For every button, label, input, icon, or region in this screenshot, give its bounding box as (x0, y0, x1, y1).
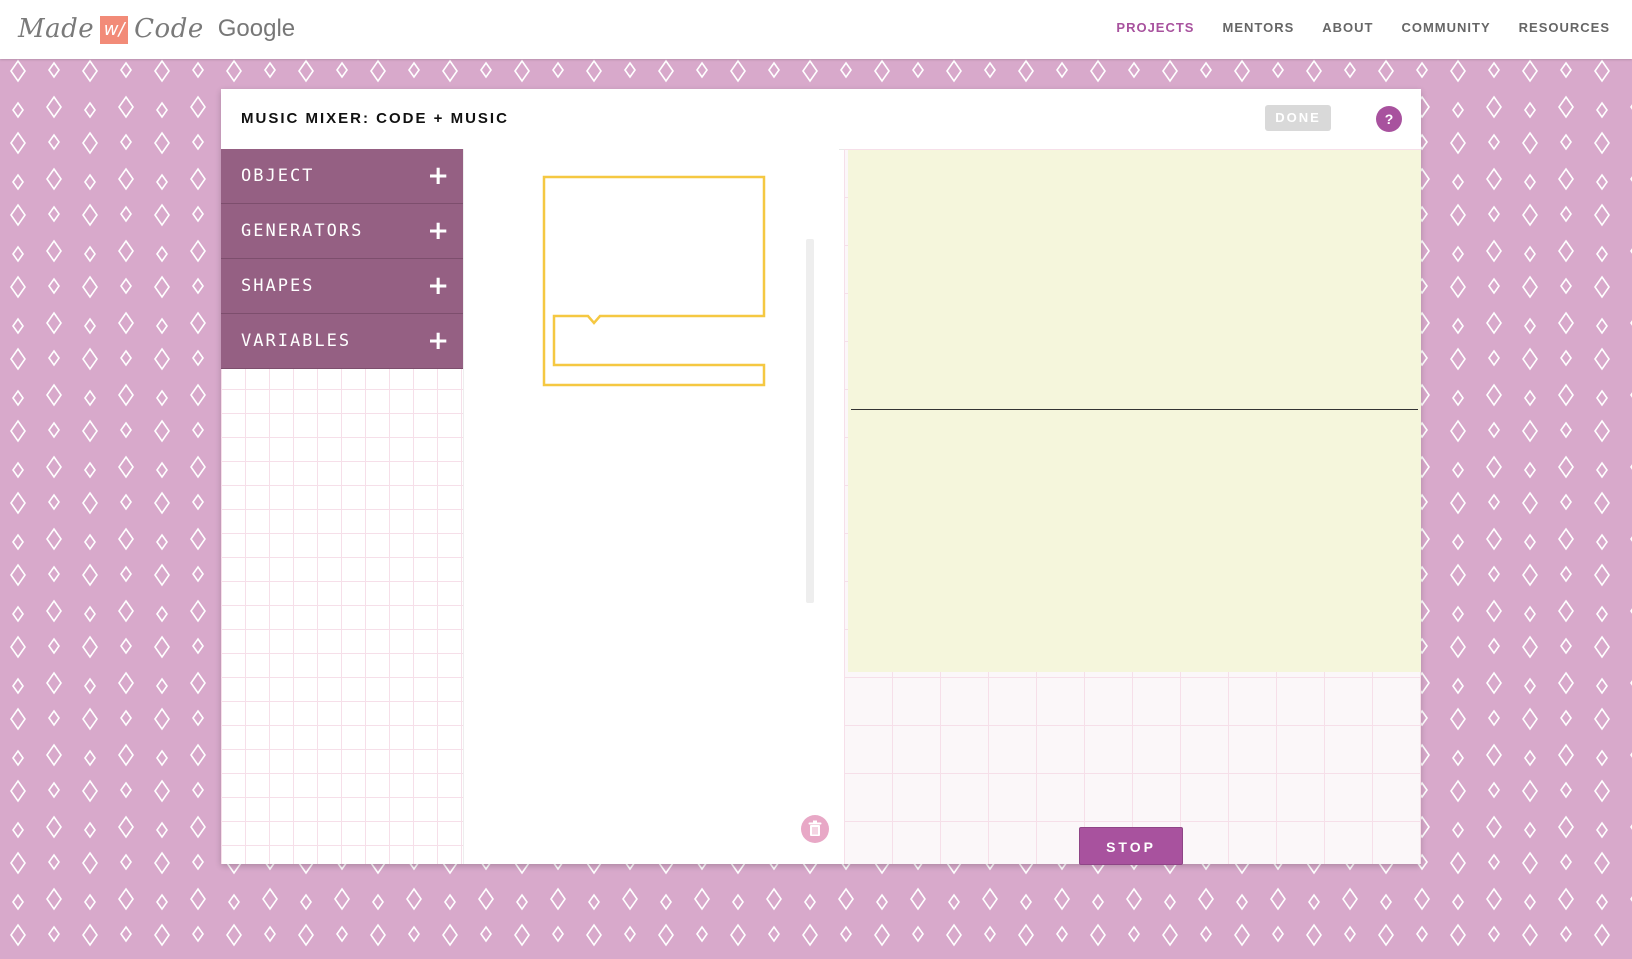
trash-icon[interactable] (801, 815, 829, 843)
plus-icon: + (427, 326, 449, 356)
plus-icon: + (427, 271, 449, 301)
made-with-code-logo[interactable]: Made w/ Code Google (18, 12, 295, 46)
waveform-baseline (851, 409, 1418, 410)
code-workspace[interactable] (464, 149, 839, 864)
logo-made-text: Made (18, 14, 95, 44)
stage-canvas (848, 150, 1421, 672)
category-label: VARIABLES (241, 331, 352, 351)
block-toolbox: OBJECT + GENERATORS + SHAPES + VARIABLES… (221, 149, 464, 864)
category-object[interactable]: OBJECT + (221, 149, 463, 204)
stop-button[interactable]: STOP (1079, 827, 1183, 865)
logo-google-text: Google (217, 15, 296, 42)
category-generators[interactable]: GENERATORS + (221, 204, 463, 259)
project-editor-card: MUSIC MIXER: CODE + MUSIC DONE ? OBJECT … (221, 89, 1421, 865)
category-shapes[interactable]: SHAPES + (221, 259, 463, 314)
output-stage: STOP (844, 149, 1421, 865)
category-variables[interactable]: VARIABLES + (221, 314, 463, 369)
workspace-canvas (542, 175, 766, 387)
nav-community[interactable]: COMMUNITY (1401, 20, 1490, 35)
nav-mentors[interactable]: MENTORS (1222, 20, 1294, 35)
empty-block-outline[interactable] (542, 175, 766, 387)
project-title: MUSIC MIXER: CODE + MUSIC (241, 110, 509, 127)
nav-resources[interactable]: RESOURCES (1519, 20, 1610, 35)
category-label: GENERATORS (241, 221, 364, 241)
workspace-scrollbar[interactable] (806, 239, 814, 603)
main-nav: PROJECTS MENTORS ABOUT COMMUNITY RESOURC… (1116, 20, 1610, 35)
plus-icon: + (427, 216, 449, 246)
editor-header: MUSIC MIXER: CODE + MUSIC DONE ? (221, 89, 1421, 150)
category-label: OBJECT (241, 166, 315, 186)
logo-w-badge: w/ (100, 16, 129, 44)
top-navigation-bar: Made w/ Code Google PROJECTS MENTORS ABO… (0, 0, 1632, 59)
help-button[interactable]: ? (1376, 106, 1402, 132)
nav-about[interactable]: ABOUT (1322, 20, 1373, 35)
plus-icon: + (427, 161, 449, 191)
nav-projects[interactable]: PROJECTS (1116, 20, 1194, 35)
done-button[interactable]: DONE (1265, 105, 1331, 131)
logo-code-text: Code (134, 14, 204, 44)
category-label: SHAPES (241, 276, 315, 296)
